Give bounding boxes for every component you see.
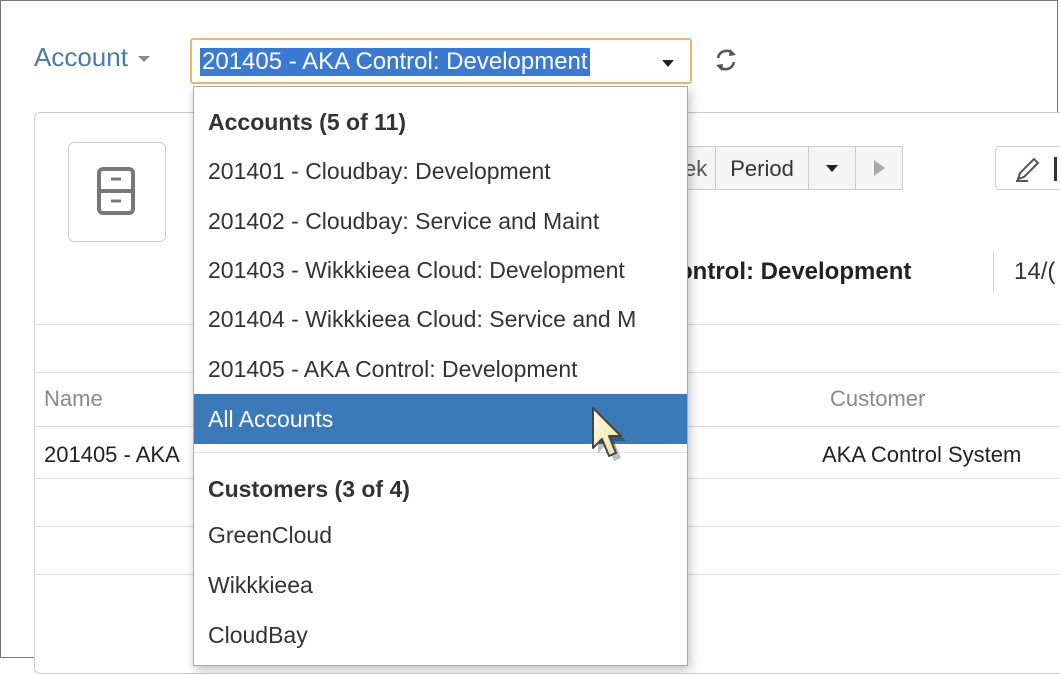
edit-button-edge [1054,157,1057,181]
column-header-customer[interactable]: Customer [830,386,925,412]
header-divider [993,252,994,292]
accounts-group-header: Accounts (5 of 11) [208,109,407,135]
dropdown-account-item[interactable]: 201402 - Cloudbay: Service and Maint [194,196,687,246]
cabinet-icon [97,167,135,215]
dropdown-account-item[interactable]: 201404 - Wikkkieea Cloud: Service and M [194,294,687,344]
dropdown-customer-item[interactable]: GreenCloud [194,510,687,560]
account-label: Account [34,42,128,72]
header-date: 14/( [1014,258,1056,285]
select-caret-down-icon[interactable] [662,60,674,67]
dropdown-account-item[interactable]: 201401 - Cloudbay: Development [194,146,687,196]
play-icon [873,160,885,176]
refresh-icon[interactable] [710,44,742,76]
pencil-icon [1016,157,1040,182]
account-dropdown-menu: Accounts (5 of 11) 201401 - Cloudbay: De… [193,86,688,666]
account-title: ontrol: Development [678,258,912,285]
column-header-name[interactable]: Name [44,386,103,412]
table-cell-name[interactable]: 201405 - AKA [44,442,180,468]
caret-down-icon [137,56,150,63]
customers-group-header: Customers (3 of 4) [208,476,410,502]
dropdown-account-item[interactable]: 201403 - Wikkkieea Cloud: Development [194,245,687,295]
period-toolbar: ek Period [653,146,903,192]
account-select-value[interactable]: 201405 - AKA Control: Development [200,48,590,76]
next-period-button[interactable] [854,146,903,190]
mouse-cursor-icon [592,407,626,461]
account-select[interactable]: 201405 - AKA Control: Development [190,38,692,84]
account-menu[interactable]: Account [34,42,150,73]
cabinet-tile [68,142,166,242]
dropdown-customer-item[interactable]: Wikkkieea [194,560,687,610]
edit-button[interactable] [995,146,1060,190]
table-cell-customer[interactable]: AKA Control System [822,442,1021,468]
period-button[interactable]: Period [715,146,809,190]
period-dropdown-button[interactable] [807,146,856,190]
dropdown-account-item[interactable]: 201405 - AKA Control: Development [194,344,687,394]
dropdown-customer-item[interactable]: CloudBay [194,610,687,660]
caret-down-icon [825,164,838,172]
